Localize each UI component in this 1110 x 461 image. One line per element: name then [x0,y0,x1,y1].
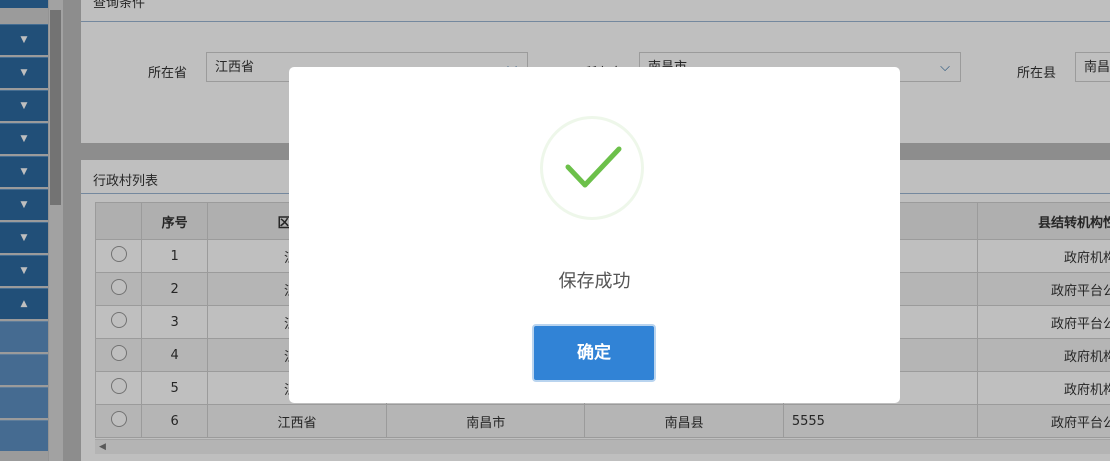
dialog-message: 保存成功 [558,271,631,292]
confirm-button[interactable]: 确定 [532,324,656,382]
check-icon [565,146,622,188]
success-dialog: 保存成功 确定 [289,67,900,403]
check-circle [540,116,644,220]
